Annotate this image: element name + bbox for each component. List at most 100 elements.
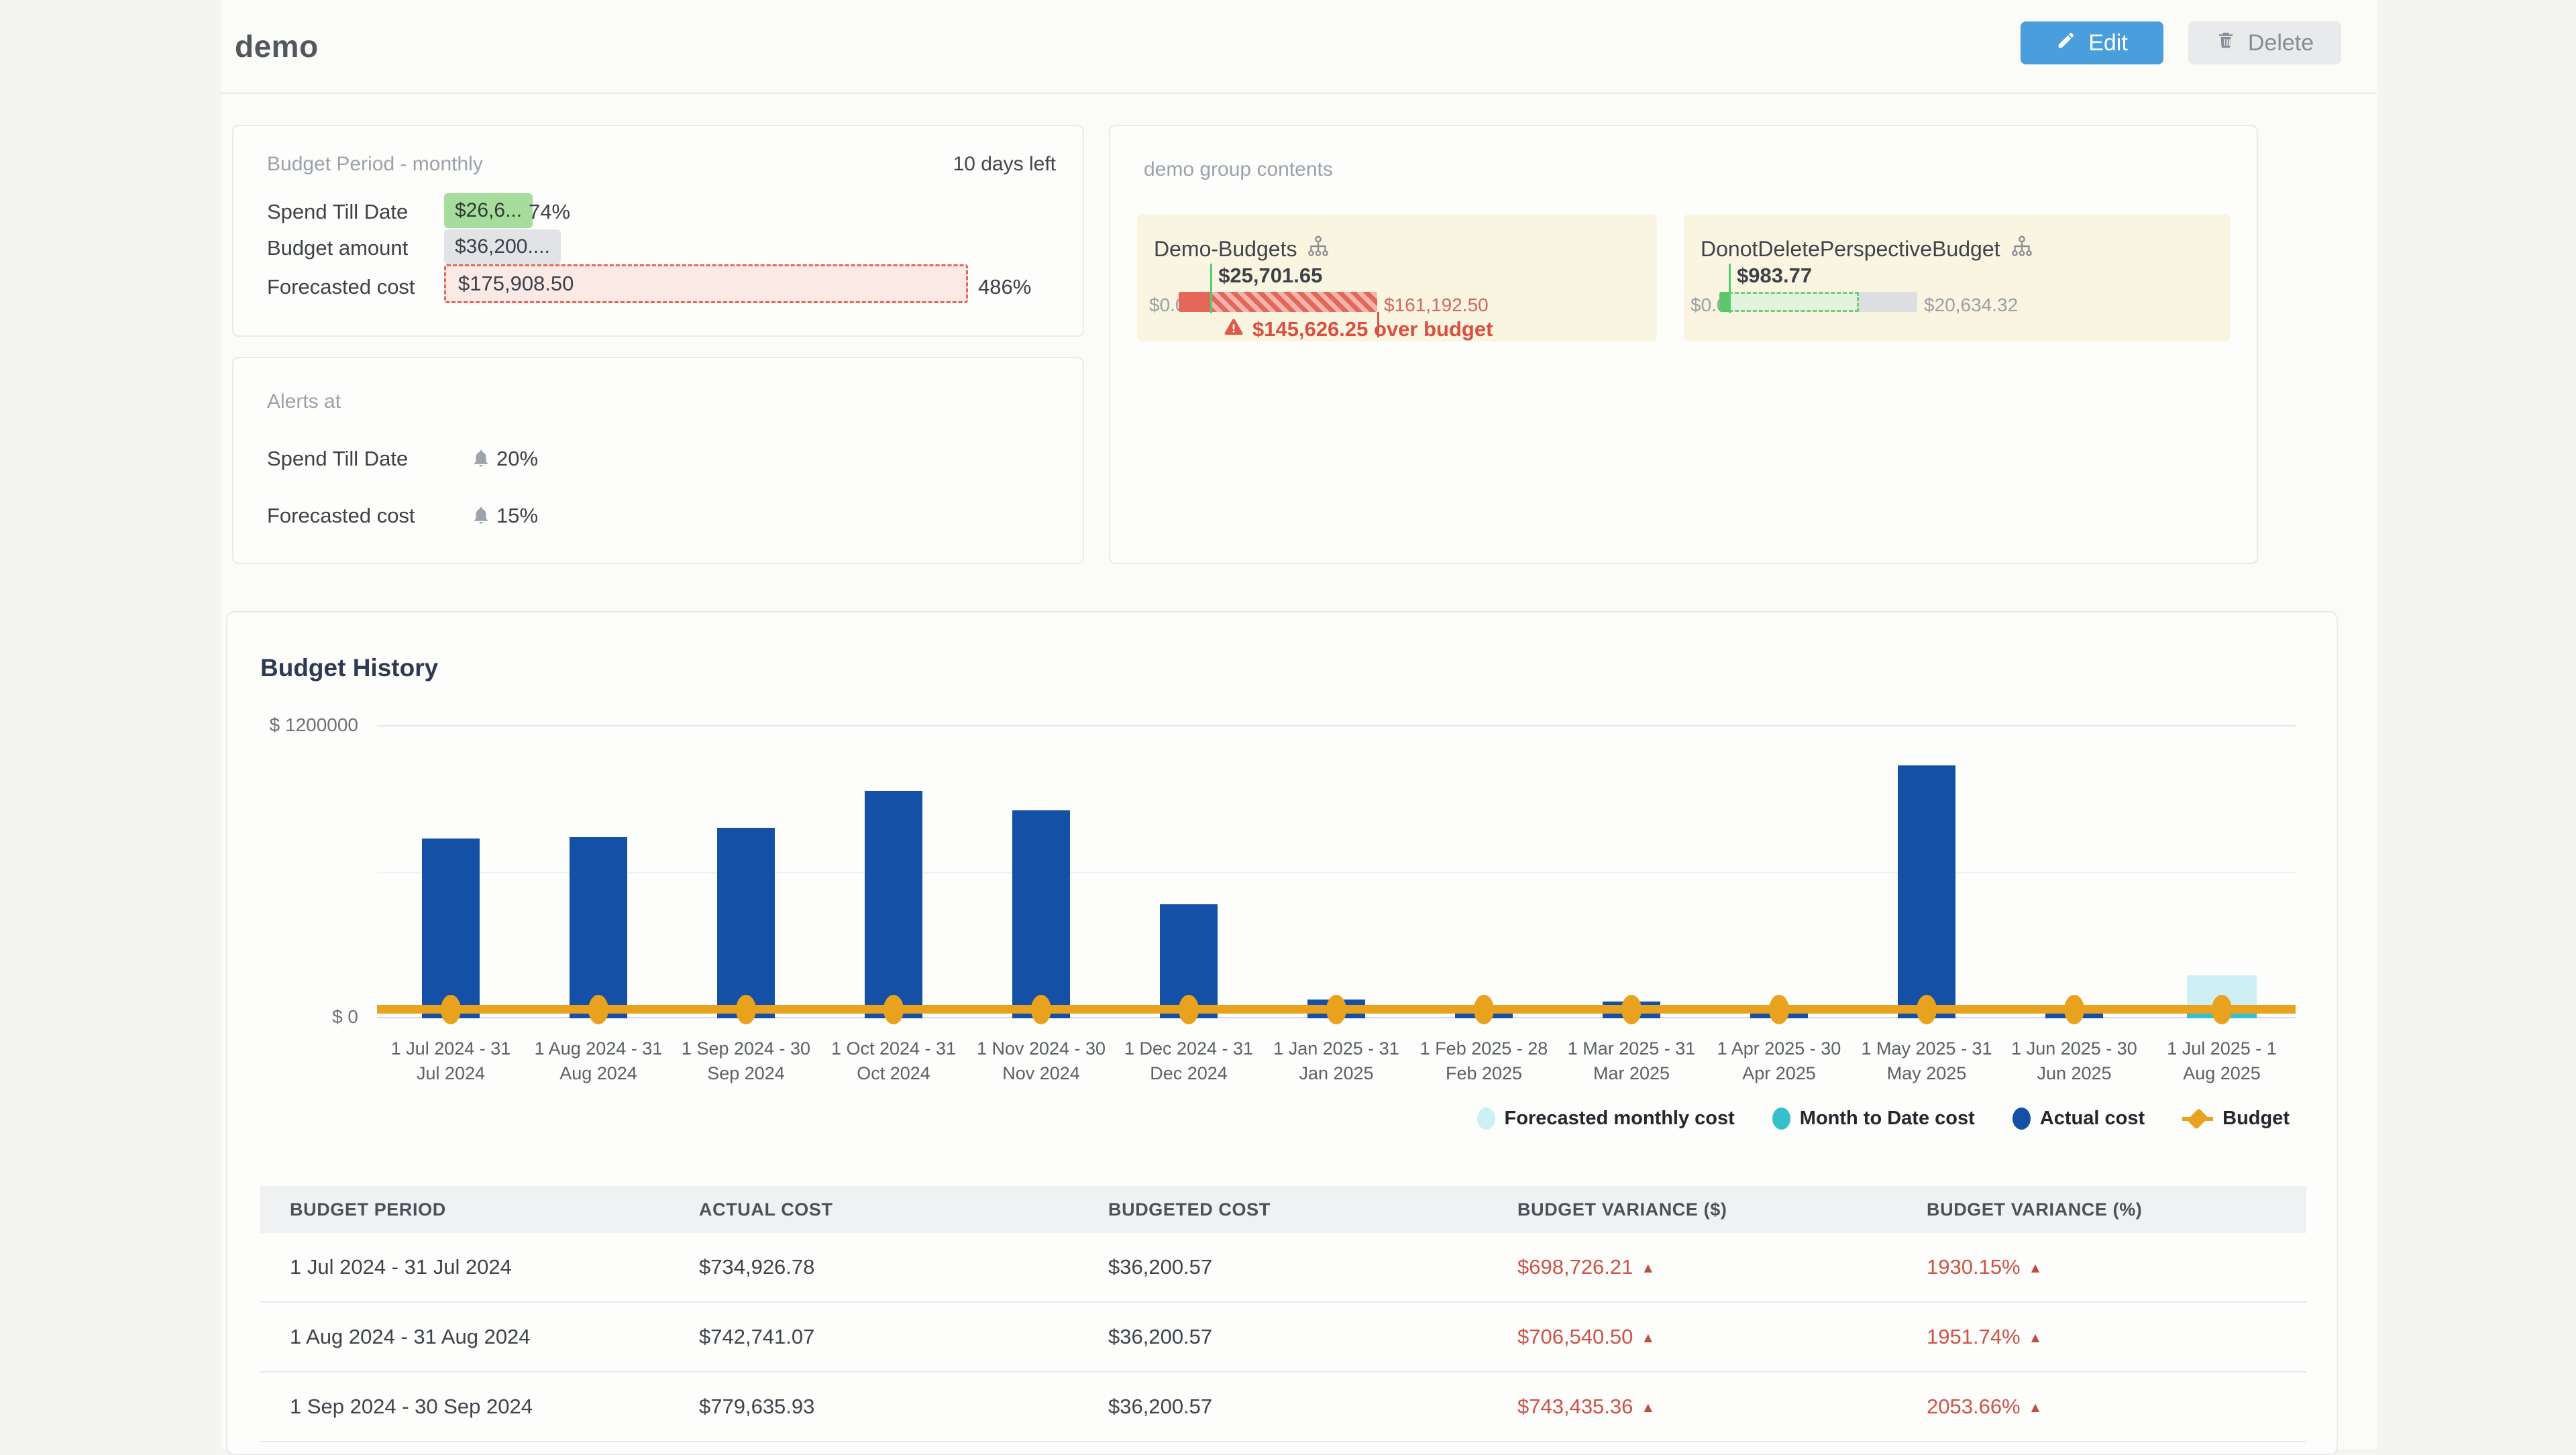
budget-marker-diamond[interactable] [588, 995, 608, 1024]
edit-button-label: Edit [2088, 30, 2128, 56]
actual-cost-bar[interactable] [570, 837, 627, 1018]
col-actual-cost: ACTUAL COST [669, 1199, 1079, 1220]
chart-category-slot [1558, 725, 1705, 1018]
x-axis-label: 1 Aug 2024 - 31 Aug 2024 [525, 1036, 672, 1086]
bar-max-label: $20,634.32 [1924, 294, 2018, 316]
x-axis-label: 1 Nov 2024 - 30 Nov 2024 [967, 1036, 1115, 1086]
budget-marker-diamond[interactable] [1917, 995, 1937, 1024]
chart-category-slot [2000, 725, 2148, 1018]
budget-marker-diamond[interactable] [2064, 995, 2084, 1024]
x-axis-label: 1 Apr 2025 - 30 Apr 2025 [1705, 1036, 1853, 1086]
table-row[interactable]: 1 Aug 2024 - 31 Aug 2024$742,741.07$36,2… [260, 1303, 2306, 1372]
x-axis-labels: 1 Jul 2024 - 31 Jul 20241 Aug 2024 - 31 … [377, 1036, 2296, 1086]
chart-category-slot [1263, 725, 1410, 1018]
variance-up-triangle-icon: ▲ [2029, 1400, 2043, 1415]
actual-cost-bar[interactable] [717, 828, 775, 1018]
actual-cost-bar[interactable] [1898, 765, 1955, 1018]
budget-period-card: Budget Period - monthly 10 days left Spe… [232, 125, 1084, 337]
bell-icon [471, 448, 491, 468]
alerts-card: Alerts at Spend Till Date 20% Forecasted… [232, 357, 1084, 564]
y-axis-tick-zero: $ 0 [211, 1006, 358, 1028]
budget-tile-donotdelete[interactable]: DonotDeletePerspectiveBudget $983.77 $0.… [1684, 214, 2231, 341]
budget-history-title: Budget History [260, 654, 438, 682]
alert-forecast-value: 15% [496, 504, 538, 528]
chart-legend: Forecasted monthly cost Month to Date cos… [1477, 1108, 2290, 1130]
current-spend-tick [1729, 264, 1731, 313]
legend-item-month-to-date-cost[interactable]: Month to Date cost [1772, 1108, 1975, 1130]
legend-item-budget[interactable]: Budget [2182, 1108, 2290, 1130]
table-cell: $734,926.78 [669, 1255, 1079, 1279]
edit-button[interactable]: Edit [2021, 21, 2163, 64]
col-budget-variance-percent: BUDGET VARIANCE (%) [1897, 1199, 2306, 1220]
chart-category-slot [1853, 725, 2000, 1018]
over-budget-alert: $145,626.25 over budget [1223, 316, 1493, 343]
legend-label: Budget [2222, 1108, 2290, 1130]
budget-marker-diamond[interactable] [1621, 995, 1642, 1024]
budget-history-table: BUDGET PERIOD ACTUAL COST BUDGETED COST … [260, 1186, 2306, 1442]
spend-till-date-percent: 74% [529, 200, 570, 224]
days-left-label: 10 days left [953, 153, 1056, 176]
org-chart-icon [1306, 234, 1330, 264]
budget-marker-diamond[interactable] [883, 995, 904, 1024]
legend-item-actual-cost[interactable]: Actual cost [2012, 1108, 2145, 1130]
table-cell: $36,200.57 [1079, 1395, 1488, 1419]
col-budgeted-cost: BUDGETED COST [1079, 1199, 1488, 1220]
alert-forecast-label: Forecasted cost [267, 504, 415, 528]
x-axis-label: 1 Jun 2025 - 30 Jun 2025 [2000, 1036, 2148, 1086]
alerts-title: Alerts at [267, 390, 341, 413]
table-cell: $779,635.93 [669, 1395, 1079, 1419]
alert-spend-value: 20% [496, 447, 538, 471]
col-budget-variance-dollars: BUDGET VARIANCE ($) [1488, 1199, 1897, 1220]
x-axis-label: 1 Dec 2024 - 31 Dec 2024 [1115, 1036, 1263, 1086]
table-row[interactable]: 1 Sep 2024 - 30 Sep 2024$779,635.93$36,2… [260, 1372, 2306, 1442]
x-axis-label: 1 Jan 2025 - 31 Jan 2025 [1263, 1036, 1410, 1086]
table-cell: 1930.15%▲ [1897, 1255, 2306, 1279]
table-cell: $36,200.57 [1079, 1325, 1488, 1349]
budget-marker-diamond[interactable] [1179, 995, 1199, 1024]
table-cell: 1 Sep 2024 - 30 Sep 2024 [260, 1395, 669, 1419]
budget-marker-diamond[interactable] [1326, 995, 1346, 1024]
actual-cost-bar[interactable] [1012, 810, 1070, 1018]
chart-category-slot [1115, 725, 1263, 1018]
legend-item-forecasted-monthly-cost[interactable]: Forecasted monthly cost [1477, 1108, 1735, 1130]
actual-cost-bar[interactable] [865, 791, 922, 1018]
budget-marker-diamond[interactable] [736, 995, 756, 1024]
table-cell: 1 Aug 2024 - 31 Aug 2024 [260, 1325, 669, 1349]
table-cell: $698,726.21▲ [1488, 1255, 1897, 1279]
budget-tile-demo-budgets[interactable]: Demo-Budgets $25,701.65 $0.00 $161,192.5… [1137, 214, 1657, 341]
table-header-row: BUDGET PERIOD ACTUAL COST BUDGETED COST … [260, 1186, 2306, 1233]
budget-marker-diamond[interactable] [2212, 995, 2232, 1024]
budget-marker-diamond[interactable] [441, 995, 461, 1024]
budget-amount-label: Budget amount [267, 236, 408, 260]
table-cell: $36,200.57 [1079, 1255, 1488, 1279]
legend-marker-icon [2182, 1108, 2213, 1130]
actual-cost-bar[interactable] [422, 839, 480, 1018]
budget-name[interactable]: Demo-Budgets [1154, 237, 1297, 262]
delete-button[interactable]: Delete [2188, 21, 2341, 64]
table-cell: 1 Jul 2024 - 31 Jul 2024 [260, 1255, 669, 1279]
forecasted-cost-percent: 486% [978, 275, 1031, 299]
current-spend-tick [1210, 264, 1212, 313]
budget-marker-diamond[interactable] [1031, 995, 1051, 1024]
chart-category-slot [2148, 725, 2296, 1018]
x-axis-label: 1 Oct 2024 - 31 Oct 2024 [820, 1036, 967, 1086]
group-contents-card: demo group contents Demo-Budgets $25,701… [1109, 125, 2258, 564]
legend-marker-icon [1477, 1108, 1495, 1130]
legend-label: Forecasted monthly cost [1505, 1108, 1735, 1130]
legend-marker-icon [1772, 1108, 1790, 1130]
budget-progress-bar [1179, 292, 1377, 312]
budget-name[interactable]: DonotDeletePerspectiveBudget [1701, 237, 2000, 262]
legend-marker-icon [2012, 1108, 2031, 1130]
budget-marker-diamond[interactable] [1474, 995, 1494, 1024]
x-axis-label: 1 May 2025 - 31 May 2025 [1853, 1036, 2000, 1086]
table-cell: $706,540.50▲ [1488, 1325, 1897, 1349]
table-cell: $743,435.36▲ [1488, 1395, 1897, 1419]
bar-max-label: $161,192.50 [1384, 294, 1489, 316]
over-budget-text: $145,626.25 over budget [1252, 317, 1493, 341]
table-row[interactable]: 1 Jul 2024 - 31 Jul 2024$734,926.78$36,2… [260, 1233, 2306, 1303]
org-chart-icon [2010, 234, 2034, 264]
table-cell: 2053.66%▲ [1897, 1395, 2306, 1419]
budget-marker-diamond[interactable] [1769, 995, 1789, 1024]
chart-category-slot [525, 725, 672, 1018]
table-cell: $742,741.07 [669, 1325, 1079, 1349]
